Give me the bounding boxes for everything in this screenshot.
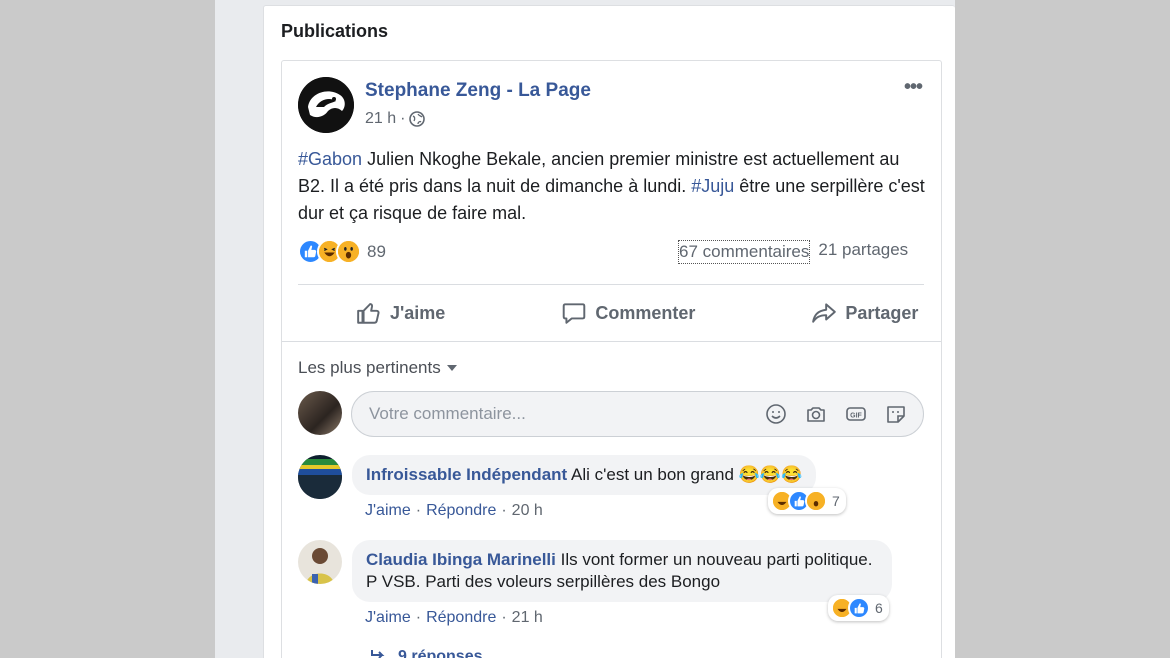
thumbs-up-icon (357, 303, 380, 324)
comment-bubble: Claudia Ibinga Marinelli Ils vont former… (352, 540, 892, 602)
post-meta: 21 h · (365, 110, 426, 128)
comment-text: Ali c'est un bon grand 😂😂😂 (571, 465, 803, 484)
wow-icon (805, 490, 827, 512)
page-avatar[interactable] (298, 77, 354, 133)
dot-separator: · (501, 609, 507, 626)
comments-count-link[interactable]: 67 commentaires (678, 240, 811, 264)
section-title: Publications (281, 21, 389, 41)
divider (298, 284, 924, 285)
panther-logo-icon (298, 77, 354, 133)
divider (282, 341, 941, 342)
view-replies-link[interactable]: 9 réponses (370, 648, 482, 658)
more-options-button[interactable]: ••• (904, 76, 923, 99)
dot-separator: · (415, 502, 422, 519)
speech-bubble-icon (563, 303, 586, 324)
comment-button-label: Commenter (595, 302, 696, 323)
comment-button[interactable]: Commenter (503, 290, 753, 336)
comment-time[interactable]: 21 h (512, 609, 543, 627)
meta-separator: · (400, 110, 406, 127)
engagement-counts: 67 commentaires 21 partages (678, 240, 908, 264)
dot-separator: · (501, 502, 507, 519)
sticker-icon[interactable] (883, 401, 909, 427)
emoji-icon[interactable] (763, 401, 789, 427)
comment-actions: J'aime · Répondre · 21 h (365, 609, 543, 627)
caret-down-icon (446, 365, 457, 371)
comment-composer: GIF (351, 391, 924, 437)
comment-time[interactable]: 20 h (512, 502, 543, 520)
commenter-avatar[interactable] (298, 455, 342, 499)
commenter-avatar[interactable] (298, 540, 342, 584)
comment-bubble: Infroissable Indépendant Ali c'est un bo… (352, 455, 817, 495)
comment-actions: J'aime · Répondre · 20 h (365, 502, 543, 520)
comment-reaction-count: 7 (832, 493, 840, 509)
comment-author-link[interactable]: Claudia Ibinga Marinelli (366, 550, 556, 569)
reactions-summary[interactable]: 89 (298, 239, 386, 264)
current-user-avatar[interactable] (298, 391, 342, 435)
globe-icon[interactable] (409, 111, 426, 127)
comment-reply-link[interactable]: Répondre (426, 502, 496, 520)
comment-reactions[interactable]: 7 (768, 488, 846, 514)
dot-separator: · (415, 609, 422, 626)
comment-like-link[interactable]: J'aime (365, 502, 411, 520)
comment-reaction-count: 6 (875, 600, 883, 616)
post-timestamp[interactable]: 21 h (365, 110, 396, 128)
comment-sort-dropdown[interactable]: Les plus pertinents (298, 358, 457, 378)
svg-text:GIF: GIF (850, 413, 862, 420)
camera-icon[interactable] (803, 401, 829, 427)
wow-icon (336, 239, 361, 264)
gif-icon[interactable]: GIF (843, 401, 869, 427)
reply-arrow-icon (371, 650, 385, 658)
sort-label: Les plus pertinents (298, 358, 441, 377)
share-arrow-icon (812, 303, 837, 323)
comment-input[interactable] (369, 404, 749, 424)
reaction-count: 89 (367, 241, 386, 261)
composer-icons: GIF (763, 401, 909, 427)
comment-like-link[interactable]: J'aime (365, 609, 411, 627)
hashtag-gabon[interactable]: #Gabon (298, 149, 362, 169)
post-text: #Gabon Julien Nkoghe Bekale, ancien prem… (298, 146, 928, 227)
post-author-link[interactable]: Stephane Zeng - La Page (365, 80, 591, 102)
like-button-label: J'aime (390, 302, 446, 323)
share-button[interactable]: Partager (753, 290, 976, 336)
like-button[interactable]: J'aime (298, 290, 503, 336)
comment-reply-link[interactable]: Répondre (426, 609, 496, 627)
replies-label: 9 réponses (398, 648, 483, 658)
comment-reactions[interactable]: 6 (828, 595, 889, 621)
like-icon (848, 597, 870, 619)
hashtag-juju[interactable]: #Juju (691, 176, 734, 196)
shares-count-link[interactable]: 21 partages (818, 240, 908, 264)
comment-author-link[interactable]: Infroissable Indépendant (366, 465, 567, 484)
share-button-label: Partager (845, 302, 919, 323)
post-actions-bar: J'aime Commenter Partager (298, 290, 924, 336)
